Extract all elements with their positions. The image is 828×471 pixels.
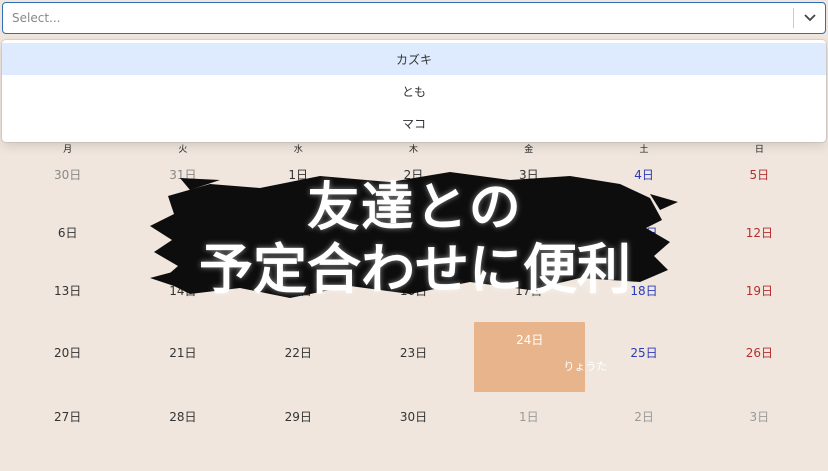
calendar-day[interactable]: 11日 xyxy=(586,224,701,241)
calendar-day[interactable]: 26日 xyxy=(702,344,817,361)
calendar-day[interactable]: 30日 xyxy=(10,166,125,183)
member-select[interactable]: Select... xyxy=(2,2,826,34)
calendar-day[interactable]: 1日 xyxy=(471,408,586,425)
day-number: 23日 xyxy=(399,346,428,360)
day-number: 4日 xyxy=(634,168,654,182)
calendar-day[interactable]: 8日 xyxy=(241,224,356,241)
day-number: 16日 xyxy=(399,284,428,298)
day-number: 19日 xyxy=(745,284,773,298)
calendar-day[interactable]: 15日 xyxy=(241,282,356,299)
day-number: 2日 xyxy=(403,168,424,182)
calendar-day[interactable]: 24日 りょうた xyxy=(471,322,607,392)
day-number: 6日 xyxy=(57,226,78,240)
calendar-day[interactable]: 16日 xyxy=(356,282,471,299)
calendar-week: 30日 31日 1日 2日 3日 4日 5日 xyxy=(10,166,817,183)
day-number: 25日 xyxy=(630,346,658,360)
calendar-week: 27日 28日 29日 30日 1日 2日 3日 xyxy=(10,408,817,425)
day-number: 3日 xyxy=(749,410,770,424)
weekday-mon: 月 xyxy=(63,145,73,155)
calendar-day[interactable]: 2日 xyxy=(586,408,701,425)
calendar-day[interactable]: 4日 xyxy=(586,166,701,183)
calendar-day[interactable]: 23日 xyxy=(356,344,471,361)
calendar-day[interactable]: 28日 xyxy=(125,408,240,425)
calendar-day[interactable]: 21日 xyxy=(125,344,240,361)
select-placeholder[interactable]: Select... xyxy=(3,11,793,25)
calendar-day[interactable]: 7日 xyxy=(125,224,240,241)
day-number: 9日 xyxy=(403,226,424,240)
calendar-day[interactable]: 6日 xyxy=(10,224,125,241)
calendar-day[interactable]: 17日 xyxy=(471,282,586,299)
option-tomo[interactable]: とも xyxy=(2,75,826,107)
day-number: 31日 xyxy=(169,168,197,182)
day-number: 10日 xyxy=(515,226,543,240)
day-number: 28日 xyxy=(169,410,197,424)
day-number: 13日 xyxy=(54,284,82,298)
calendar: 月 火 水 木 金 土 日 30日 31日 1日 2日 3日 4日 5日 6日 7日 8日 9日 10… xyxy=(0,142,828,471)
day-number: 3日 xyxy=(518,168,539,182)
day-number: 26日 xyxy=(745,346,773,360)
weekday-header: 月 火 水 木 金 土 日 xyxy=(10,142,817,158)
calendar-day[interactable]: 14日 xyxy=(125,282,240,299)
calendar-day[interactable]: 9日 xyxy=(356,224,471,241)
day-number: 12日 xyxy=(745,226,773,240)
day-number: 14日 xyxy=(169,284,197,298)
calendar-week: 13日 14日 15日 16日 17日 18日 19日 xyxy=(10,282,817,299)
weekday-tue: 火 xyxy=(178,145,188,155)
day-number: 24日 xyxy=(516,333,544,347)
weekday-fri: 金 xyxy=(524,145,534,155)
day-number: 18日 xyxy=(630,284,658,298)
calendar-day[interactable]: 31日 xyxy=(125,166,240,183)
weekday-wed: 水 xyxy=(293,145,303,155)
day-number: 8日 xyxy=(288,226,309,240)
day-number: 27日 xyxy=(54,410,82,424)
calendar-day[interactable]: 5日 xyxy=(702,166,817,183)
option-mako[interactable]: マコ xyxy=(2,107,826,139)
calendar-day[interactable]: 29日 xyxy=(241,408,356,425)
day-number: 20日 xyxy=(54,346,82,360)
calendar-day[interactable]: 27日 xyxy=(10,408,125,425)
calendar-day[interactable]: 3日 xyxy=(471,166,586,183)
calendar-day[interactable]: 13日 xyxy=(10,282,125,299)
calendar-day[interactable]: 1日 xyxy=(241,166,356,183)
calendar-day[interactable]: 22日 xyxy=(241,344,356,361)
day-number: 15日 xyxy=(284,284,312,298)
day-number: 1日 xyxy=(288,168,309,182)
day-number: 22日 xyxy=(284,346,312,360)
day-number: 30日 xyxy=(399,410,428,424)
calendar-day[interactable]: 30日 xyxy=(356,408,471,425)
calendar-week: 20日 21日 22日 23日 24日 りょうた 25日 26日 xyxy=(10,322,817,392)
option-kazuki[interactable]: カズキ xyxy=(2,43,826,75)
calendar-day[interactable]: 2日 xyxy=(356,166,471,183)
day-number: 17日 xyxy=(515,284,543,298)
calendar-day[interactable]: 18日 xyxy=(586,282,701,299)
weekday-thu: 木 xyxy=(408,145,418,155)
day-number: 5日 xyxy=(749,168,770,182)
day-number: 1日 xyxy=(518,410,539,424)
event-cell[interactable]: 24日 りょうた xyxy=(474,322,607,392)
day-number: 21日 xyxy=(169,346,197,360)
calendar-day[interactable]: 20日 xyxy=(10,344,125,361)
calendar-day[interactable]: 19日 xyxy=(702,282,817,299)
weekday-sat: 土 xyxy=(639,145,649,155)
chevron-down-icon[interactable] xyxy=(794,3,825,33)
calendar-week: 6日 7日 8日 9日 10日 11日 12日 xyxy=(10,224,817,241)
day-number: 29日 xyxy=(284,410,312,424)
day-number: 30日 xyxy=(54,168,82,182)
calendar-day[interactable]: 12日 xyxy=(702,224,817,241)
calendar-day[interactable]: 25日 xyxy=(586,344,701,361)
day-number: 7日 xyxy=(173,226,193,240)
calendar-day[interactable]: 3日 xyxy=(702,408,817,425)
calendar-day[interactable]: 10日 xyxy=(471,224,586,241)
weekday-sun: 日 xyxy=(754,145,764,155)
day-number: 11日 xyxy=(630,226,658,240)
day-number: 2日 xyxy=(634,410,654,424)
select-menu: カズキ とも マコ xyxy=(2,40,826,142)
